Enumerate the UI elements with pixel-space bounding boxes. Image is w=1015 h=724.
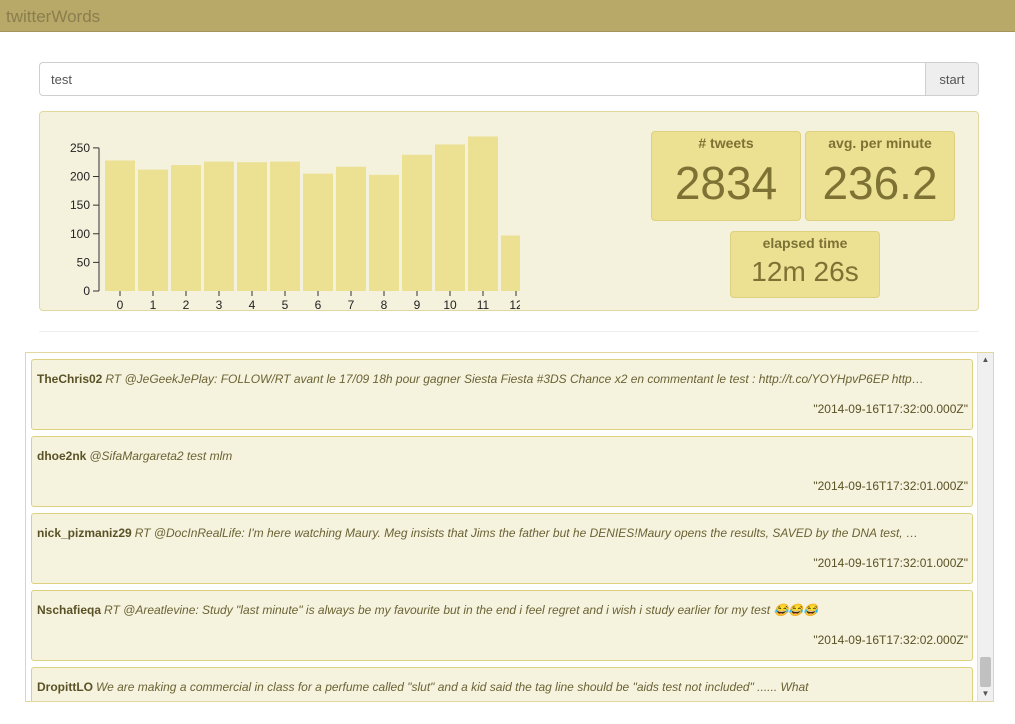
scroll-up-arrow-icon[interactable]: ▲ [978, 353, 993, 367]
y-tick-label: 100 [70, 227, 90, 241]
app-title[interactable]: twitterWords [6, 7, 100, 27]
tweet-timestamp: "2014-09-16T17:32:01.000Z" [813, 556, 968, 570]
y-tick-label: 250 [70, 141, 90, 155]
bar [105, 160, 135, 291]
elapsed-time-label: elapsed time [762, 235, 848, 251]
tweet-timestamp: "2014-09-16T17:32:00.000Z" [813, 402, 968, 416]
search-input[interactable] [39, 62, 925, 96]
tweet-text: RT @DocInRealLife: I'm here watching Mau… [134, 526, 918, 540]
tweet-line: DropittLO We are making a commercial in c… [37, 680, 967, 694]
tweet-line: Nschafieqa RT @Areatlevine: Study "last m… [37, 603, 967, 617]
tweet-card: Nschafieqa RT @Areatlevine: Study "last m… [31, 590, 973, 661]
bar [303, 173, 333, 291]
tweets-per-minute-chart: 0501001502002500 1 2 3 4 5 6 7 8 9 10 11 12 [70, 136, 520, 312]
tweet-feed[interactable]: TheChris02 RT @JeGeekJePlay: FOLLOW/RT av… [25, 352, 994, 702]
x-tick-label: 2 [183, 298, 190, 312]
tweet-text: RT @Areatlevine: Study "last minute" is … [104, 603, 819, 617]
tweets-count-label: # tweets [698, 135, 754, 151]
avg-per-minute-label: avg. per minute [828, 135, 932, 151]
y-tick-label: 0 [83, 284, 90, 298]
tweet-line: TheChris02 RT @JeGeekJePlay: FOLLOW/RT av… [37, 372, 967, 386]
tweet-card: dhoe2nk @SifaMargareta2 test mlm "2014-09-… [31, 436, 973, 507]
tweet-card: DropittLO We are making a commercial in c… [31, 667, 973, 701]
tweet-username: TheChris02 [37, 372, 103, 386]
avg-per-minute-card: avg. per minute 236.2 [805, 131, 955, 221]
tweet-timestamp: "2014-09-16T17:32:01.000Z" [813, 479, 968, 493]
bar [336, 166, 366, 291]
elapsed-time-value: 12m 26s [751, 256, 859, 287]
x-tick-label: 10 [443, 298, 457, 312]
y-tick-label: 200 [70, 170, 90, 184]
bar [270, 161, 300, 291]
bar [237, 162, 267, 291]
tweet-card: TheChris02 RT @JeGeekJePlay: FOLLOW/RT av… [31, 359, 973, 430]
x-tick-label: 8 [381, 298, 388, 312]
x-tick-label: 7 [348, 298, 355, 312]
x-tick-label: 0 [117, 298, 124, 312]
x-tick-label: 3 [216, 298, 223, 312]
avg-per-minute-value: 236.2 [822, 157, 938, 209]
tweet-timestamp: "2014-09-16T17:32:02.000Z" [813, 633, 968, 647]
tweets-count-card: # tweets 2834 [651, 131, 801, 221]
x-tick-label: 5 [282, 298, 289, 312]
bar [435, 144, 465, 291]
scroll-down-arrow-icon[interactable]: ▼ [978, 687, 993, 701]
tweet-username: nick_pizmaniz29 [37, 526, 132, 540]
stats-panel: 0 50 100 150 200 250 0 1 2 3 4 5 6 7 8 9 10 11 12 # tweets… [39, 111, 979, 312]
x-tick-label: 4 [249, 298, 256, 312]
x-tick-label: 9 [414, 298, 421, 312]
scrollbar-thumb[interactable] [980, 657, 991, 687]
top-navbar: twitterWords [0, 0, 1015, 32]
tweet-text: We are making a commercial in class for … [96, 680, 809, 694]
bar [501, 235, 520, 291]
bar [402, 154, 432, 291]
divider [39, 331, 979, 332]
tweet-line: dhoe2nk @SifaMargareta2 test mlm [37, 449, 967, 463]
x-tick-label: 6 [315, 298, 322, 312]
x-tick-label: 11 [477, 298, 490, 312]
bar [369, 174, 399, 291]
y-tick-label: 150 [70, 198, 90, 212]
tweet-username: dhoe2nk [37, 449, 87, 463]
elapsed-time-card: elapsed time 12m 26s [730, 231, 880, 298]
search-form: start [39, 62, 979, 96]
bar [138, 169, 168, 291]
tweet-text: RT @JeGeekJePlay: FOLLOW/RT avant le 17/… [105, 372, 924, 386]
tweet-username: DropittLO [37, 680, 93, 694]
tweet-username: Nschafieqa [37, 603, 102, 617]
bar [204, 161, 234, 291]
x-tick-label: 1 [150, 298, 157, 312]
bar [468, 136, 498, 291]
tweet-card: nick_pizmaniz29 RT @DocInRealLife: I'm he… [31, 513, 973, 584]
y-tick-label: 50 [77, 255, 91, 269]
x-tick-label: 12 [509, 298, 520, 312]
tweet-text: @SifaMargareta2 test mlm [89, 449, 233, 463]
tweets-count-value: 2834 [674, 157, 778, 209]
start-button[interactable]: start [925, 62, 979, 96]
tweet-line: nick_pizmaniz29 RT @DocInRealLife: I'm he… [37, 526, 967, 540]
bar [171, 165, 201, 291]
feed-scrollbar[interactable]: ▲ ▼ [977, 353, 993, 701]
